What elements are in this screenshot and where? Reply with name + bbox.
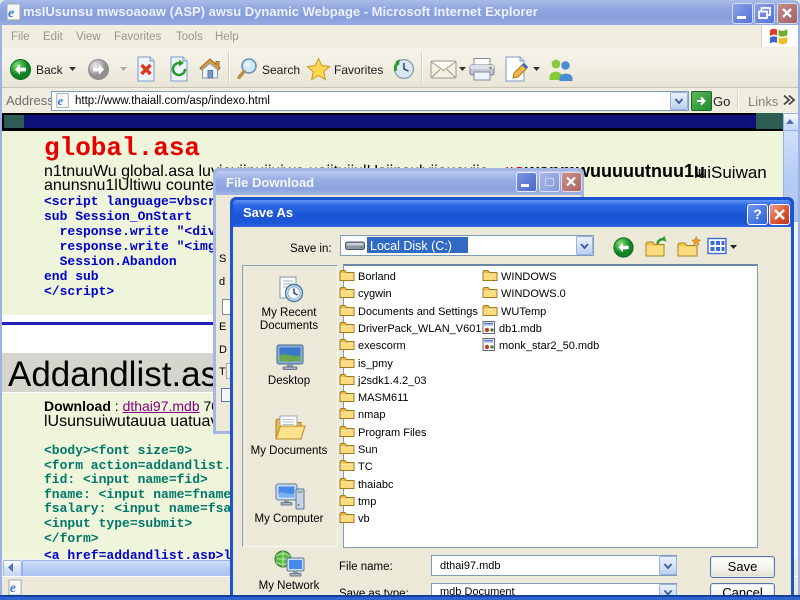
svg-text:e: e — [58, 94, 64, 108]
svg-text:e: e — [10, 580, 16, 595]
svg-text:e: e — [8, 6, 14, 21]
